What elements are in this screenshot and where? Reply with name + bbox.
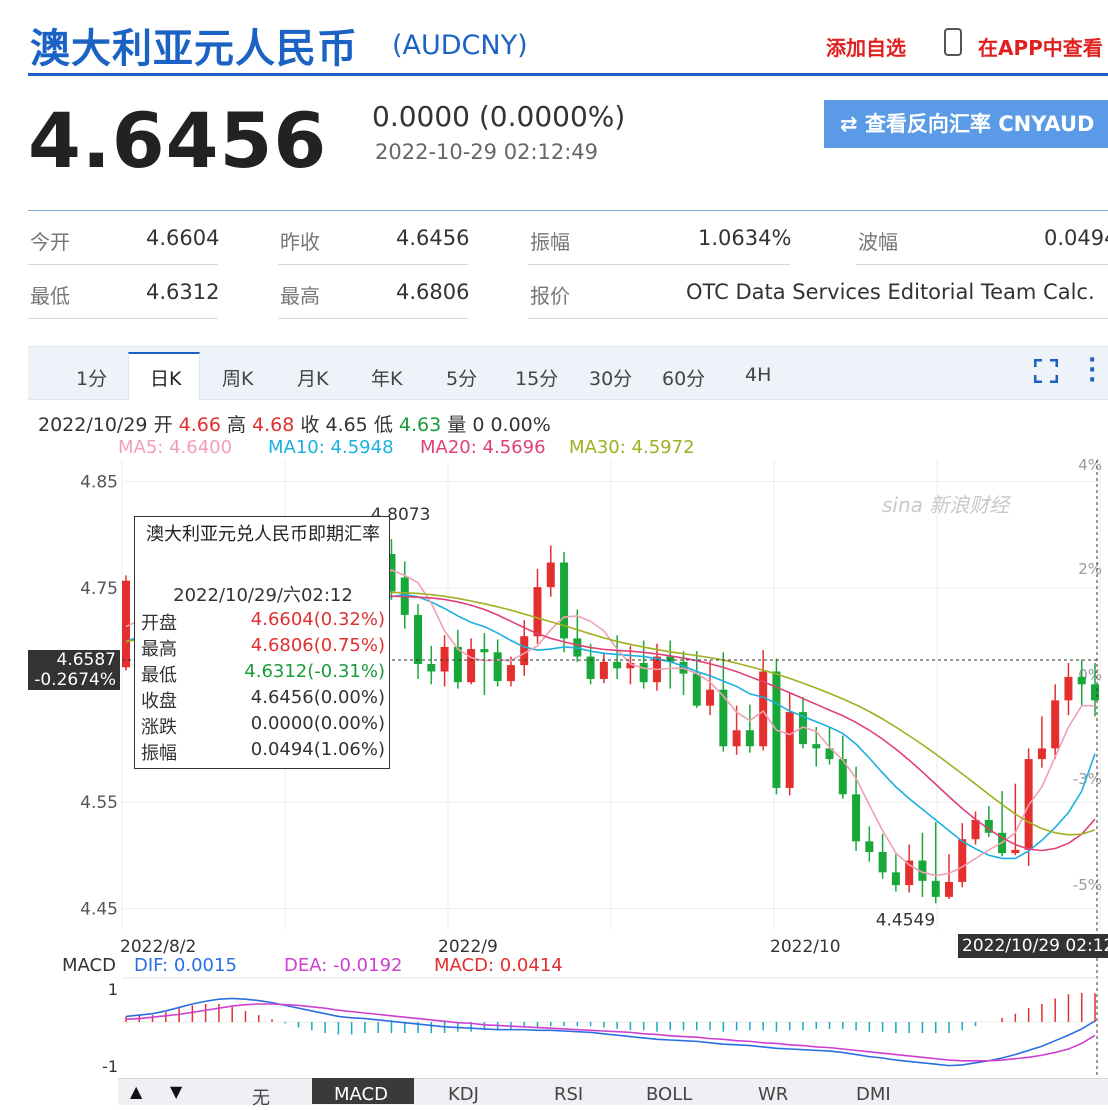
candle-body <box>865 841 874 853</box>
candle-body <box>1077 676 1086 685</box>
indicator-tab-none[interactable]: 无 <box>252 1084 270 1110</box>
candle-body <box>122 580 130 668</box>
indicator-tab-wr[interactable]: WR <box>758 1084 788 1105</box>
indicator-tab-kdj[interactable]: KDJ <box>448 1084 479 1105</box>
candle-body <box>599 661 608 679</box>
candle-body <box>467 649 476 683</box>
tooltip-time: 2022/10/29/六02:12 <box>173 585 353 606</box>
candle-body <box>958 839 967 882</box>
macd-value-legend: MACD: 0.0414 <box>434 955 563 976</box>
pct-tick-label: -3% <box>1073 770 1102 788</box>
candle-body <box>852 794 861 842</box>
macd-tick-label: -1 <box>102 1057 118 1076</box>
candle-body <box>891 872 900 886</box>
y-tick-label: 4.75 <box>80 579 118 599</box>
indicator-tab-rsi[interactable]: RSI <box>554 1084 583 1105</box>
candle-body <box>931 880 940 897</box>
candle-body <box>1051 700 1060 749</box>
tooltip-row-high: 最高 4.6806(0.75%) <box>141 635 385 660</box>
zoom-down-icon[interactable]: ▼ <box>170 1082 182 1101</box>
date-label-oct: 2022/10 <box>770 937 841 957</box>
min-price-annotation: 4.4549 <box>876 910 935 930</box>
indicator-tab-boll[interactable]: BOLL <box>646 1084 692 1105</box>
candle-body <box>1064 676 1073 701</box>
pct-tick-label: 2% <box>1078 560 1102 578</box>
candle-body <box>453 646 462 683</box>
date-label-aug: 2022/8/2 <box>120 937 197 957</box>
macd-tick-label: 1 <box>108 980 118 999</box>
sina-watermark: sina 新浪财经 <box>882 493 1011 517</box>
candle-body <box>493 652 502 682</box>
candle-body <box>719 689 728 747</box>
candle-body <box>506 665 515 682</box>
candle-body <box>745 730 754 747</box>
y-tick-label: 4.55 <box>80 793 118 813</box>
candle-body <box>440 646 449 672</box>
candle-body <box>971 819 980 840</box>
y-tick-label: 4.85 <box>80 472 118 492</box>
date-label-sep: 2022/9 <box>438 937 498 957</box>
dif-legend: DIF: 0.0015 <box>134 955 237 976</box>
crosshair-price: 4.6587 <box>56 650 116 670</box>
candle-body <box>1011 849 1020 854</box>
crosshair-date-tag: 2022/10/29 02:12 <box>958 934 1108 958</box>
crosshair-price-tag: 4.6587 -0.2674% <box>28 650 120 690</box>
pct-tick-label: -5% <box>1073 876 1102 894</box>
candle-body <box>533 587 542 637</box>
pct-tick-label: 4% <box>1078 456 1102 474</box>
candle-body <box>613 661 622 669</box>
candle-body <box>812 744 821 749</box>
candle-body <box>732 730 741 747</box>
candle-body <box>1091 684 1099 701</box>
candle-body <box>878 852 887 873</box>
dea-legend: DEA: -0.0192 <box>284 955 403 976</box>
tooltip-row-amplitude: 振幅 0.0494(1.06%) <box>141 739 385 764</box>
indicator-tab-dmi[interactable]: DMI <box>856 1084 891 1105</box>
zoom-up-icon[interactable]: ▲ <box>130 1082 142 1101</box>
candle-body <box>414 614 423 665</box>
candle-body <box>944 881 953 897</box>
tooltip-row-low: 最低 4.6312(-0.31%) <box>141 661 385 686</box>
tooltip-row-change: 涨跌 0.0000(0.00%) <box>141 713 385 738</box>
tooltip-title: 澳大利亚元兑人民币即期汇率 <box>146 524 380 545</box>
candle-body <box>639 662 648 683</box>
candle-body <box>427 664 436 672</box>
price-tooltip: 澳大利亚元兑人民币即期汇率 2022/10/29/六02:12 开盘 4.6604… <box>134 516 390 769</box>
tooltip-row-close: 收盘 4.6456(0.00%) <box>141 687 385 712</box>
macd-title: MACD <box>62 955 116 976</box>
candle-body <box>520 636 529 666</box>
y-tick-label: 4.45 <box>80 900 118 920</box>
candle-body <box>706 689 715 706</box>
indicator-tab-macd[interactable]: MACD <box>334 1084 388 1105</box>
candle-body <box>785 712 794 788</box>
candle-body <box>480 649 489 653</box>
candle-body <box>692 673 701 706</box>
tooltip-row-open: 开盘 4.6604(0.32%) <box>141 609 385 634</box>
candle-body <box>1037 748 1046 760</box>
candle-body <box>546 562 555 588</box>
crosshair-pct: -0.2674% <box>34 670 116 690</box>
